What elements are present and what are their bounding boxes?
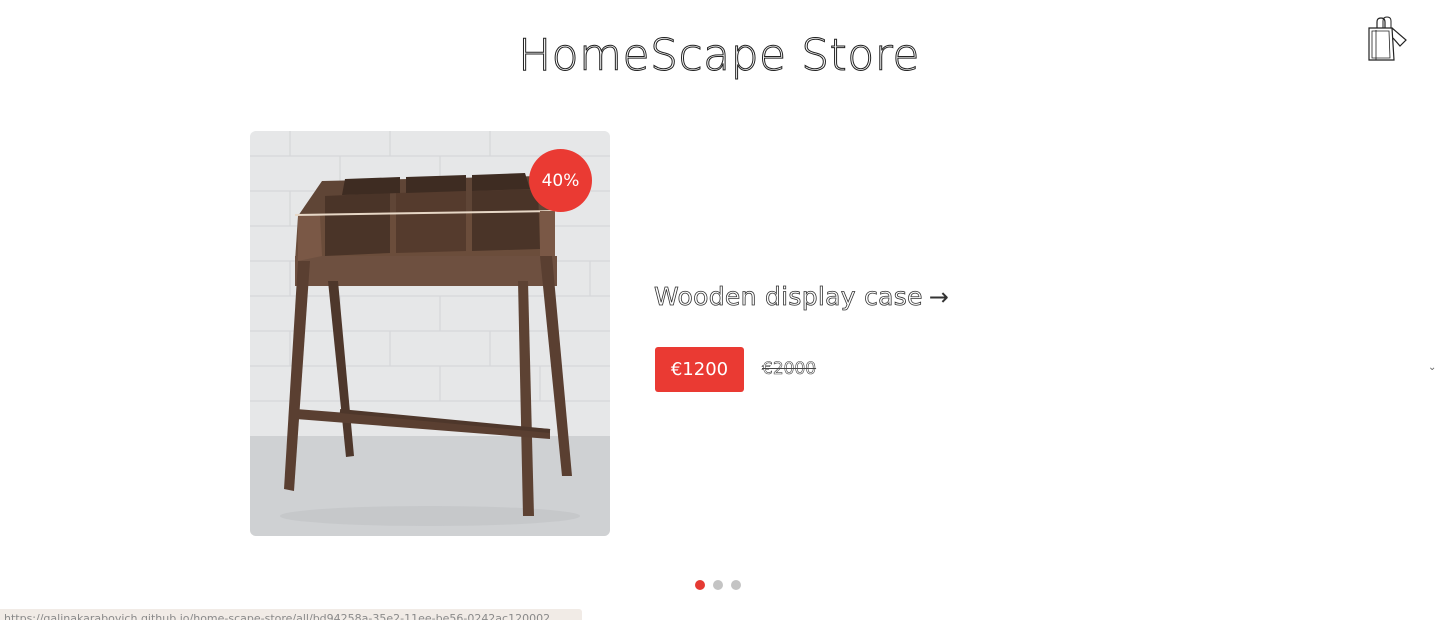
status-bar-url: https://galinakarabovich.github.io/home-… [0,609,582,620]
carousel-dots [695,580,741,590]
discount-badge: 40% [529,149,592,212]
chevron-down-icon[interactable]: ⌄ [1428,362,1436,373]
store-title: HomeScape Store [518,30,920,82]
carousel-dot-2[interactable] [713,580,723,590]
arrow-right-icon: → [928,283,950,311]
product-name-link[interactable]: Wooden display case → [654,282,950,312]
shopping-bag-icon [1368,16,1407,61]
product-name: Wooden display case [654,282,923,312]
old-price: €2000 [762,359,817,380]
carousel-dot-1[interactable] [695,580,705,590]
cart-button[interactable] [1366,16,1410,62]
carousel-dot-3[interactable] [731,580,741,590]
sale-price: €1200 [655,347,744,392]
